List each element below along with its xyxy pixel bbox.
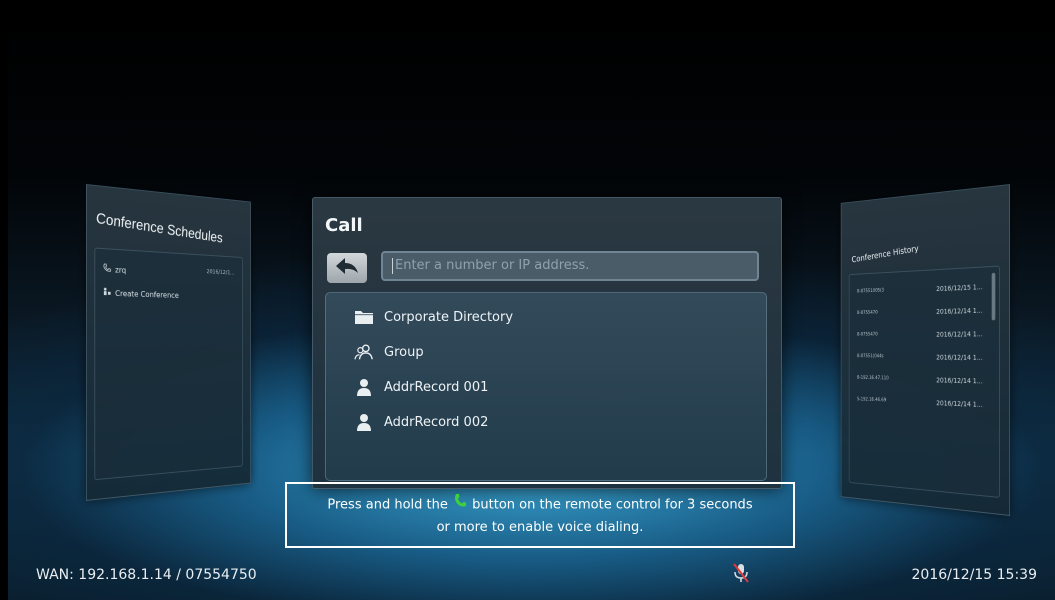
conference-history-panel[interactable]: Conference History 8-07551005(3 2016/12/1… (840, 184, 1010, 516)
list-item-group[interactable]: Group (354, 343, 424, 361)
person-icon (354, 413, 374, 431)
schedule-name: zrq (115, 265, 127, 275)
create-conference-button[interactable]: Create Conference (103, 287, 179, 301)
list-item[interactable]: 8-0755470 2016/12/14 1... (857, 307, 983, 318)
list-item-label: AddrRecord 002 (384, 414, 489, 430)
schedules-list: zrq 2016/12/1... Create Conference (94, 247, 243, 481)
wan-address: WAN: 192.168.1.14 / 07554750 (36, 567, 257, 583)
search-placeholder: Enter a number or IP address. (395, 258, 590, 273)
history-number: S-192.16.46.69 (856, 396, 887, 404)
history-time: 2016/12/14 1... (936, 306, 983, 316)
list-item-corporate-directory[interactable]: Corporate Directory (354, 308, 513, 326)
folder-icon (354, 308, 374, 326)
list-item[interactable]: S-192.16.46.69 2016/12/14 1... (857, 397, 983, 409)
group-icon (354, 343, 374, 361)
history-time: 2016/12/15 1... (936, 283, 983, 293)
list-item[interactable]: 8-0755470 2016/12/14 1... (857, 330, 983, 339)
list-item-addrrecord-001[interactable]: AddrRecord 001 (354, 378, 488, 396)
history-time: 2016/12/14 1... (936, 376, 983, 386)
list-item[interactable]: zrq (103, 263, 127, 276)
history-time: 2016/12/14 1... (936, 353, 983, 362)
history-number: 8-07551005(3 (856, 287, 885, 295)
panel-title: Conference History (851, 244, 919, 266)
green-phone-icon (452, 493, 468, 517)
history-time: 2016/12/14 1... (936, 399, 983, 409)
mic-muted-icon (731, 562, 751, 584)
list-item-label: AddrRecord 001 (384, 379, 489, 395)
scrollbar[interactable] (991, 272, 996, 321)
back-arrow-icon (335, 257, 359, 279)
phone-icon (103, 263, 112, 275)
history-list: 8-07551005(3 2016/12/15 1... 8-0755470 201… (848, 265, 1000, 498)
back-button[interactable] (327, 253, 367, 283)
history-number: 8-07551(044s (856, 353, 884, 360)
history-number: 8-0755470 (856, 331, 878, 338)
list-item-label: Corporate Directory (384, 309, 514, 325)
list-item[interactable]: 8-07551(044s 2016/12/14 1... (857, 354, 983, 362)
panel-title: Conference Schedules (95, 209, 224, 247)
page-title: Call (325, 215, 363, 236)
create-conference-icon (103, 287, 112, 299)
hint-text-line2: or more to enable voice dialing. (436, 520, 644, 535)
call-panel: Call Enter a number or IP address. Corpo… (312, 197, 782, 489)
list-item[interactable]: 8-07551005(3 2016/12/15 1... (857, 283, 983, 296)
hint-text-post: button on the remote control for 3 secon… (472, 497, 753, 513)
schedule-date: 2016/12/1... (206, 268, 235, 277)
number-input[interactable]: Enter a number or IP address. (381, 251, 759, 281)
list-item-label: Group (384, 344, 424, 360)
history-number: 8-192.16.47.110 (856, 375, 889, 382)
conference-schedules-panel[interactable]: Conference Schedules zrq 2016/12/1... Cr… (86, 184, 251, 501)
list-item[interactable]: 8-192.16.47.110 2016/12/14 1... (857, 375, 983, 385)
history-number: 8-0755470 (856, 309, 878, 316)
date-time: 2016/12/15 15:39 (911, 567, 1038, 583)
text-cursor (392, 258, 393, 274)
history-time: 2016/12/14 1... (936, 330, 983, 339)
create-conference-label: Create Conference (115, 288, 179, 300)
contacts-list: Corporate Directory Group AddrRecord 001… (325, 292, 767, 481)
person-icon (354, 378, 374, 396)
hint-text-pre: Press and hold the (327, 497, 448, 513)
list-item-addrrecord-002[interactable]: AddrRecord 002 (354, 413, 488, 431)
voice-dialing-hint: Press and hold the button on the remote … (285, 482, 795, 548)
